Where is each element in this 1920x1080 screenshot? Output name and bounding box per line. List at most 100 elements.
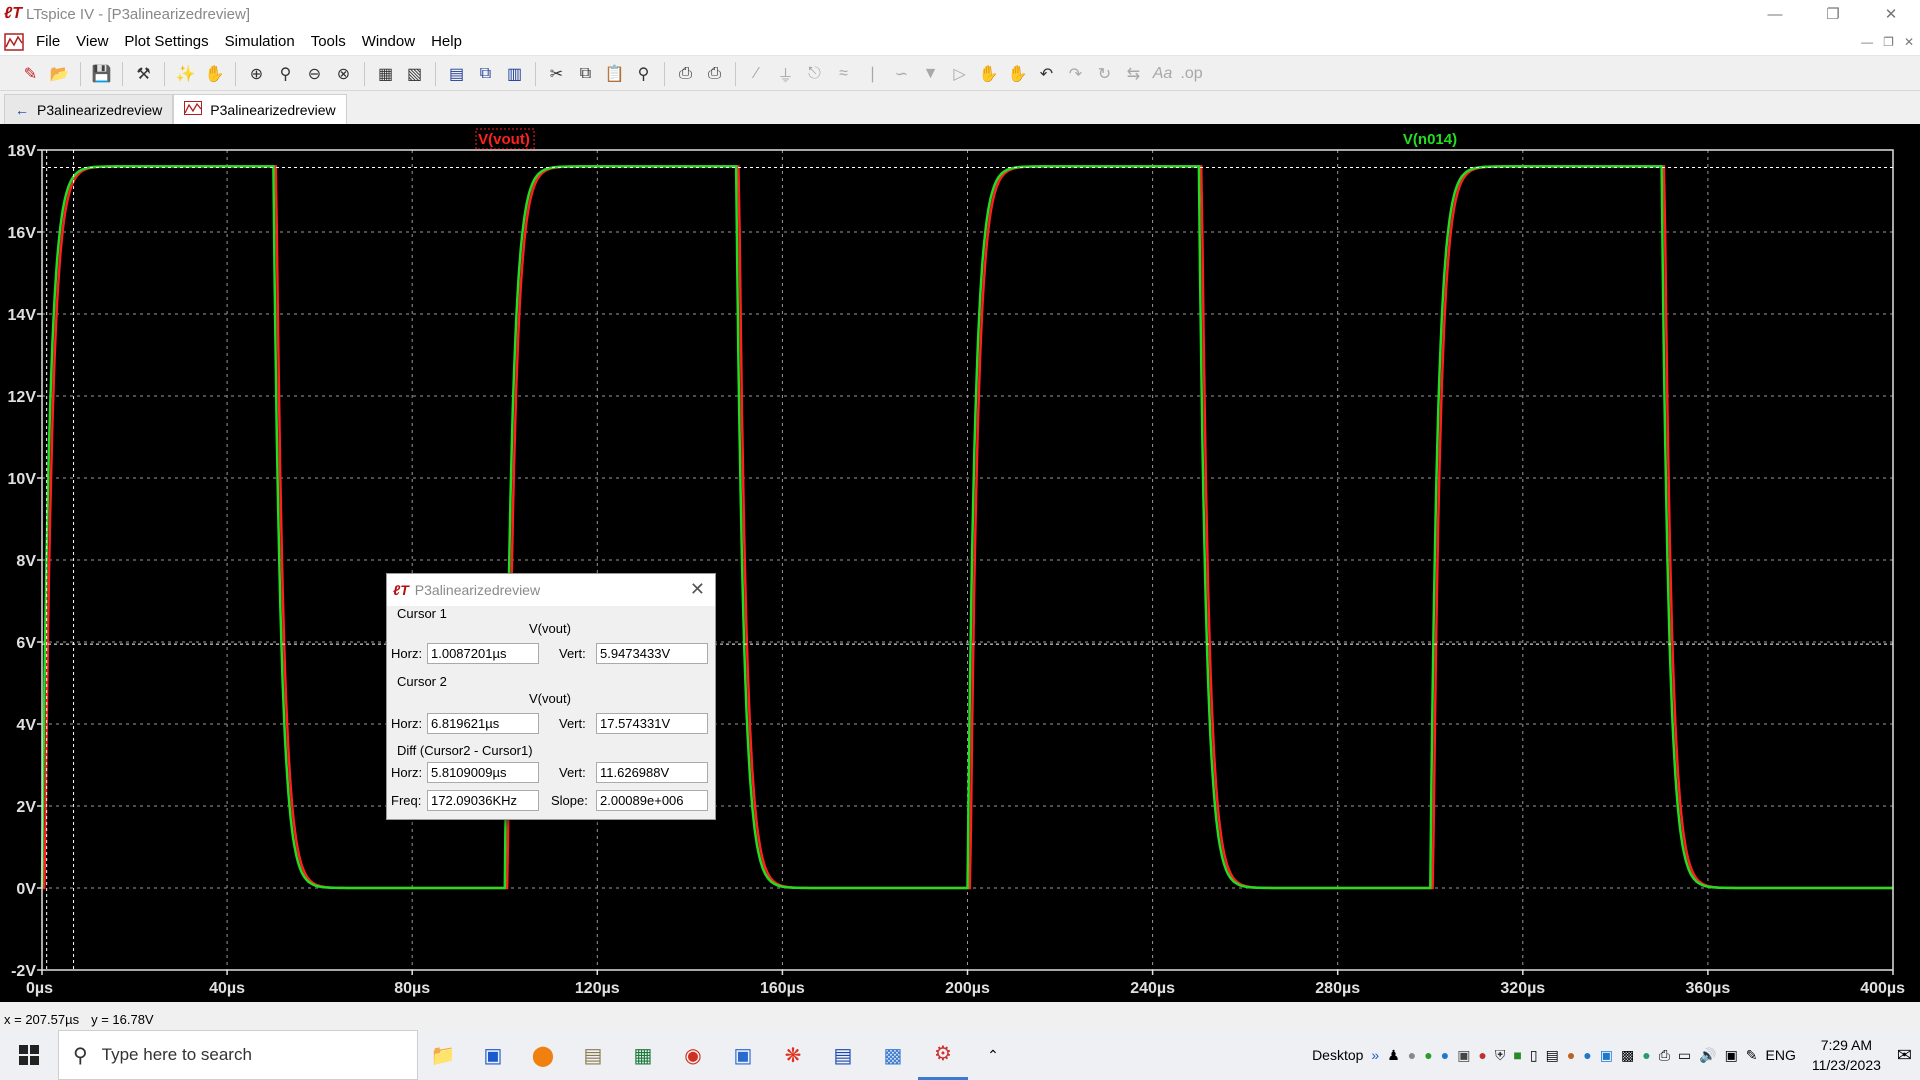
tray-app-icon[interactable]: ● [1424, 1047, 1432, 1063]
taskbar-search[interactable]: ⚲ Type here to search [58, 1030, 418, 1080]
desktop-toolbar-label[interactable]: Desktop [1312, 1047, 1363, 1063]
tray-app-icon[interactable]: ▤ [1546, 1047, 1559, 1064]
restore-icon[interactable]: ❐ [1804, 0, 1862, 28]
tab-schematic[interactable]: ← P3alinearizedreview [4, 94, 174, 124]
chrome-icon[interactable]: ◉ [668, 1030, 718, 1080]
tray-app-icon[interactable]: ● [1478, 1047, 1486, 1063]
wire-icon[interactable]: ∕ [744, 61, 769, 87]
tray-app-icon[interactable]: ● [1583, 1047, 1591, 1063]
zoom-area-icon[interactable]: ⚲ [273, 61, 298, 87]
label-icon[interactable]: ⎋ [802, 61, 827, 87]
save-icon[interactable]: 💾 [89, 61, 114, 87]
pen-icon[interactable]: ✎ [1746, 1047, 1758, 1064]
tray-app-icon[interactable]: ● [1567, 1047, 1575, 1063]
ltspice-wave-icon[interactable]: ⚙ [918, 1030, 968, 1080]
tab-waveform[interactable]: P3alinearizedreview [173, 94, 347, 124]
tray-app-icon[interactable]: ● [1408, 1047, 1416, 1063]
file-explorer-icon[interactable]: 📁 [418, 1030, 468, 1080]
notifications-icon[interactable]: ✉ [1897, 1045, 1912, 1066]
ground-icon[interactable]: ⏚ [773, 61, 798, 87]
zoom-in-icon[interactable]: ⊕ [244, 61, 269, 87]
cursor2-vert-field[interactable]: 17.574331V [596, 713, 708, 734]
tile-horizontal-icon[interactable]: ▤ [444, 61, 469, 87]
trace-label-vout[interactable]: V(vout) [478, 131, 530, 148]
undo-icon[interactable]: ↶ [1034, 61, 1059, 87]
inductor-icon[interactable]: ∽ [889, 61, 914, 87]
paste-icon[interactable]: 📋 [602, 61, 627, 87]
run-icon[interactable]: ✨ [173, 61, 198, 87]
menu-tools[interactable]: Tools [303, 33, 354, 50]
rotate-icon[interactable]: ↻ [1092, 61, 1117, 87]
usb-icon[interactable]: ▯ [1530, 1047, 1538, 1064]
mirror-icon[interactable]: ⇆ [1121, 61, 1146, 87]
print-icon[interactable]: ⎙ [702, 61, 727, 87]
minimize-icon[interactable]: — [1746, 0, 1804, 28]
tray-app-icon[interactable]: ▣ [1600, 1047, 1613, 1064]
move-icon[interactable]: ✋ [976, 61, 1001, 87]
waveform-window-icon[interactable] [0, 30, 28, 54]
cut-icon[interactable]: ✂ [544, 61, 569, 87]
menu-simulation[interactable]: Simulation [217, 33, 303, 50]
dialog-title-bar[interactable]: ℓT P3alinearizedreview [387, 574, 715, 606]
network-icon[interactable]: ▣ [1725, 1047, 1738, 1064]
drag-icon[interactable]: ✋ [1005, 61, 1030, 87]
battery-icon[interactable]: ▭ [1678, 1047, 1691, 1064]
cursor2-horz-field[interactable]: 6.819621µs [427, 713, 539, 734]
new-schematic-icon[interactable]: ✎ [18, 61, 43, 87]
volume-icon[interactable]: 🔊 [1699, 1047, 1716, 1064]
menu-file[interactable]: File [28, 33, 68, 50]
cursor-dialog[interactable]: ℓT P3alinearizedreview ✕ Cursor 1 V(vout… [386, 573, 716, 820]
show-hidden-icon[interactable]: ⌃ [968, 1030, 1018, 1080]
open-icon[interactable]: 📂 [47, 61, 72, 87]
people-icon[interactable]: ♟ [1387, 1047, 1400, 1064]
tray-app-icon[interactable]: ▩ [1621, 1047, 1634, 1064]
trace-label-n014[interactable]: V(n014) [1403, 131, 1457, 148]
tray-app-icon[interactable]: ▣ [1457, 1047, 1470, 1064]
resistor-icon[interactable]: ≈ [831, 61, 856, 87]
component-icon[interactable]: ▷ [947, 61, 972, 87]
halt-icon[interactable]: ✋ [202, 61, 227, 87]
menu-help[interactable]: Help [423, 33, 470, 50]
diff-freq-field[interactable]: 172.09036KHz [427, 790, 539, 811]
copy-icon[interactable]: ⧉ [573, 61, 598, 87]
word-icon[interactable]: ▤ [818, 1030, 868, 1080]
zoom-fit-icon[interactable]: ⊗ [331, 61, 356, 87]
diff-horz-field[interactable]: 5.8109009µs [427, 762, 539, 783]
waveform-plot[interactable]: 18V 16V 14V 12V 10V 8V 6V 4V 2V 0V -2V 0µs 40µs 80µs 1… [0, 124, 1920, 1002]
find-icon[interactable]: ⚲ [631, 61, 656, 87]
diff-slope-field[interactable]: 2.00089e+006 [596, 790, 708, 811]
zoom-out-icon[interactable]: ⊖ [302, 61, 327, 87]
tray-app-icon[interactable]: ● [1441, 1047, 1449, 1063]
diff-vert-field[interactable]: 11.626988V [596, 762, 708, 783]
plot-canvas[interactable]: 18V 16V 14V 12V 10V 8V 6V 4V 2V 0V -2V0µs 40µs 80µs 1… [0, 124, 1920, 1002]
tile-vertical-icon[interactable]: ▥ [502, 61, 527, 87]
diode-icon[interactable]: ▼ [918, 61, 943, 87]
mdi-restore-icon[interactable]: ❐ [1883, 35, 1894, 49]
snip-icon[interactable]: ❋ [768, 1030, 818, 1080]
close-icon[interactable]: ✕ [1862, 0, 1920, 28]
excel-icon[interactable]: ▦ [618, 1030, 668, 1080]
cursor1-vert-field[interactable]: 5.9473433V [596, 643, 708, 664]
mdi-minimize-icon[interactable]: — [1861, 35, 1873, 49]
chevron-right-icon[interactable]: » [1371, 1047, 1379, 1063]
store-icon[interactable]: ▣ [468, 1030, 518, 1080]
capacitor-icon[interactable]: ∣ [860, 61, 885, 87]
cascade-icon[interactable]: ⧉ [473, 61, 498, 87]
tray-app-icon[interactable]: ● [1642, 1047, 1650, 1063]
mdi-close-icon[interactable]: ✕ [1904, 35, 1914, 49]
edge-icon[interactable]: ⬤ [518, 1030, 568, 1080]
menu-plot-settings[interactable]: Plot Settings [116, 33, 216, 50]
language-indicator[interactable]: ENG [1766, 1047, 1796, 1063]
remote-desktop-icon[interactable]: ▣ [718, 1030, 768, 1080]
clock[interactable]: 7:29 AM 11/23/2023 [1804, 1035, 1889, 1075]
ltspice-taskbar-icon[interactable]: ▩ [868, 1030, 918, 1080]
close-icon[interactable]: ✕ [690, 579, 705, 600]
spice-directive-icon[interactable]: .op [1179, 61, 1204, 87]
cursor1-horz-field[interactable]: 1.0087201µs [427, 643, 539, 664]
start-button[interactable] [0, 1030, 58, 1080]
menu-view[interactable]: View [68, 33, 116, 50]
menu-window[interactable]: Window [354, 33, 423, 50]
autorange-icon[interactable]: ▦ [373, 61, 398, 87]
mark-unused-icon[interactable]: ▧ [402, 61, 427, 87]
tray-app-icon[interactable]: ■ [1513, 1047, 1521, 1063]
